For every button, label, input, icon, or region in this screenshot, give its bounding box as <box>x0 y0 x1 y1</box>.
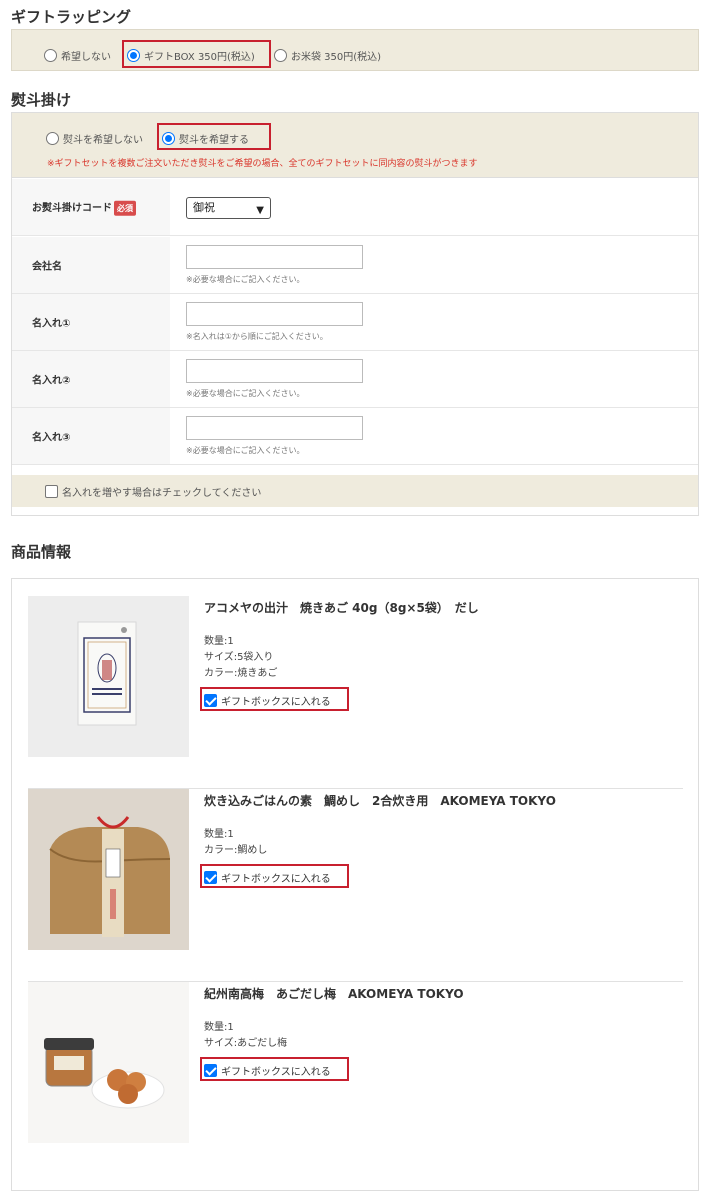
wrapping-option-none[interactable]: 希望しない <box>44 48 111 63</box>
product-item: 紀州南高梅 あごだし梅 AKOMEYA TOKYO 数量:1 サイズ:あごだし梅… <box>28 982 683 1175</box>
highlight-box <box>200 864 349 888</box>
name-2-input[interactable] <box>186 359 363 383</box>
required-badge: 必須 <box>114 200 136 216</box>
noshi-title: 熨斗掛け <box>11 91 72 109</box>
wrapping-option-label: 希望しない <box>61 52 111 63</box>
more-names-checkbox-row[interactable]: 名入れを増やす場合はチェックしてください <box>45 484 261 499</box>
highlight-box <box>157 123 271 150</box>
product-size: サイズ:5袋入り <box>204 652 274 663</box>
company-name-input[interactable] <box>186 245 363 269</box>
noshi-option-none[interactable]: 熨斗を希望しない <box>46 131 143 146</box>
field-label-cell: お熨斗掛けコード 必須 <box>12 179 170 235</box>
noshi-code-label: お熨斗掛けコード 必須 <box>32 199 136 216</box>
product-image-dashi <box>28 596 189 757</box>
highlight-box <box>200 1057 349 1081</box>
noshi-code-row: お熨斗掛けコード 必須 <box>12 179 698 236</box>
product-name[interactable]: アコメヤの出汁 焼きあご 40g（8g×5袋） だし <box>204 599 479 616</box>
company-name-hint: ※必要な場合にご記入ください。 <box>186 275 305 284</box>
product-name[interactable]: 炊き込みごはんの素 鯛めし 2合炊き用 AKOMEYA TOKYO <box>204 792 556 809</box>
field-label-cell: 会社名 <box>12 237 170 293</box>
product-item: 炊き込みごはんの素 鯛めし 2合炊き用 AKOMEYA TOKYO 数量:1 カ… <box>28 789 683 982</box>
field-label-cell: 名入れ① <box>12 294 170 350</box>
more-names-label: 名入れを増やす場合はチェックしてください <box>62 488 262 499</box>
name-3-hint: ※必要な場合にご記入ください。 <box>186 446 305 455</box>
product-color: カラー:鯛めし <box>204 845 268 856</box>
highlight-box <box>122 40 271 68</box>
noshi-code-select[interactable]: 御祝 ▼ <box>186 197 271 219</box>
product-image-taimeshi <box>28 789 189 950</box>
radio-button[interactable] <box>46 132 59 145</box>
product-item: アコメヤの出汁 焼きあご 40g（8g×5袋） だし 数量:1 サイズ:5袋入り… <box>28 596 683 789</box>
noshi-option-label: 熨斗を希望しない <box>63 135 143 146</box>
gift-wrapping-options: 希望しない ギフトBOX 350円(税込) お米袋 350円(税込) <box>11 29 699 71</box>
product-info-title: 商品情報 <box>11 543 72 561</box>
name-2-hint: ※必要な場合にご記入ください。 <box>186 389 305 398</box>
product-image-ume <box>28 982 189 1143</box>
product-quantity: 数量:1 <box>204 636 234 647</box>
field-label-cell: 名入れ③ <box>12 408 170 464</box>
highlight-box <box>200 687 349 711</box>
product-list: アコメヤの出汁 焼きあご 40g（8g×5袋） だし 数量:1 サイズ:5袋入り… <box>11 578 699 1191</box>
name-3-label: 名入れ③ <box>32 432 71 444</box>
name-2-label: 名入れ② <box>32 375 71 387</box>
gift-wrapping-title: ギフトラッピング <box>11 8 132 26</box>
name-3-input[interactable] <box>186 416 363 440</box>
chevron-down-icon: ▼ <box>256 205 264 216</box>
company-name-label: 会社名 <box>32 261 62 273</box>
product-name[interactable]: 紀州南高梅 あごだし梅 AKOMEYA TOKYO <box>204 985 464 1002</box>
name-1-label: 名入れ① <box>32 318 71 330</box>
noshi-note: ※ギフトセットを複数ご注文いただき熨斗をご希望の場合、全てのギフトセットに同内容… <box>47 159 478 169</box>
wrapping-option-rice-bag[interactable]: お米袋 350円(税込) <box>274 48 381 63</box>
radio-button[interactable] <box>274 49 287 62</box>
product-size: サイズ:あごだし梅 <box>204 1038 288 1049</box>
product-color: カラー:焼きあご <box>204 668 278 679</box>
wrapping-option-label: お米袋 350円(税込) <box>291 52 382 63</box>
noshi-form: 熨斗を希望しない 熨斗を希望する ※ギフトセットを複数ご注文いただき熨斗をご希望… <box>11 112 699 516</box>
noshi-code-value: 御祝 <box>193 201 215 214</box>
field-label-cell: 名入れ② <box>12 351 170 407</box>
more-names-checkbox[interactable] <box>45 485 58 498</box>
noshi-code-label-text: お熨斗掛けコード <box>32 202 112 214</box>
name-1-hint: ※名入れは①から順にご記入ください。 <box>186 332 328 341</box>
noshi-options: 熨斗を希望しない 熨斗を希望する ※ギフトセットを複数ご注文いただき熨斗をご希望… <box>12 113 698 178</box>
radio-button[interactable] <box>44 49 57 62</box>
more-names-row: 名入れを増やす場合はチェックしてください <box>12 475 698 507</box>
product-quantity: 数量:1 <box>204 1022 234 1033</box>
name-1-input[interactable] <box>186 302 363 326</box>
product-quantity: 数量:1 <box>204 829 234 840</box>
